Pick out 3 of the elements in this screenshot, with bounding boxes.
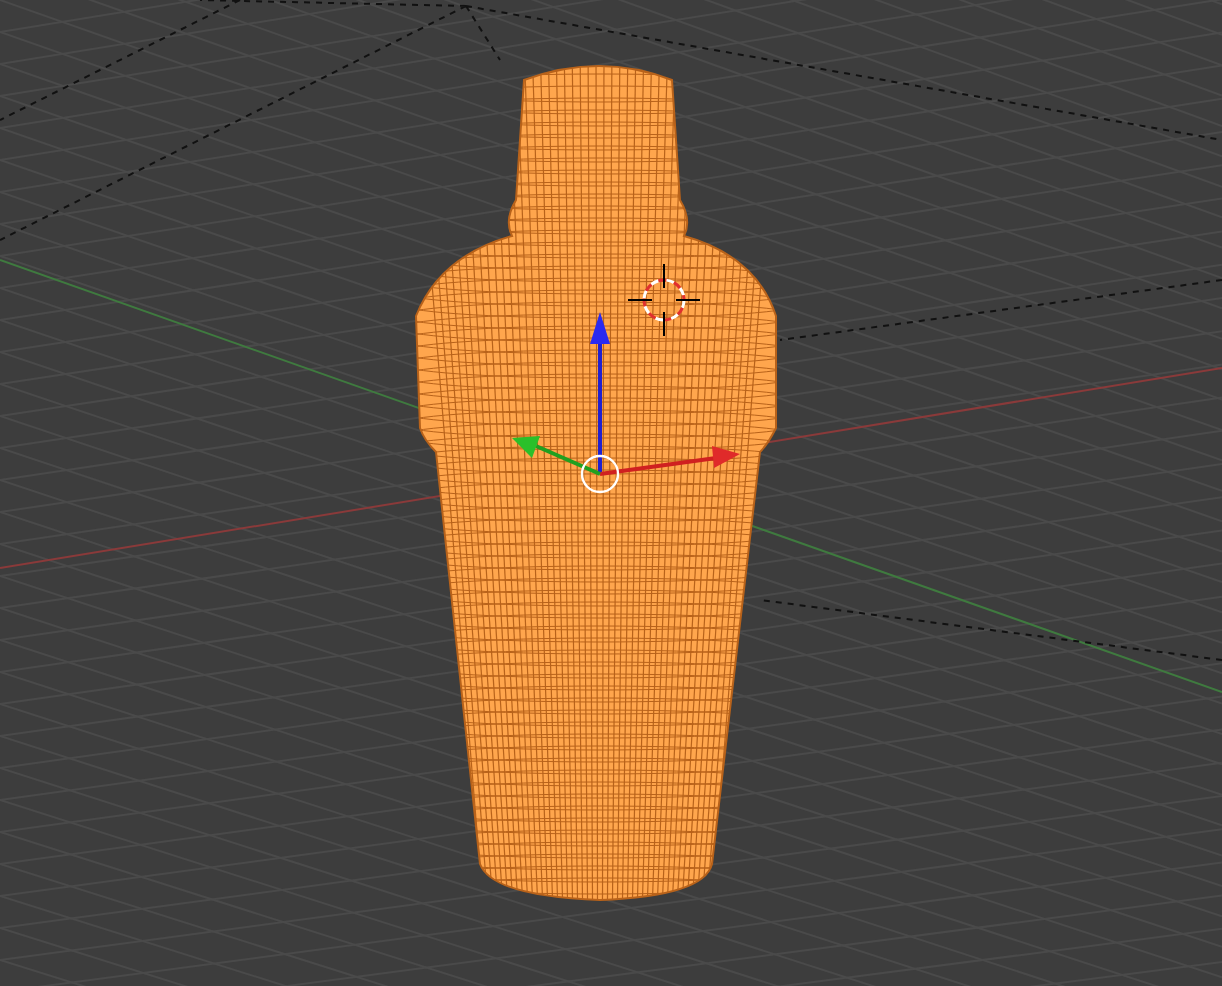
transform-gizmo-icon[interactable] [512, 312, 740, 494]
shaker-mesh-drawing[interactable] [415, 65, 777, 901]
3d-cursor-icon [627, 263, 701, 337]
